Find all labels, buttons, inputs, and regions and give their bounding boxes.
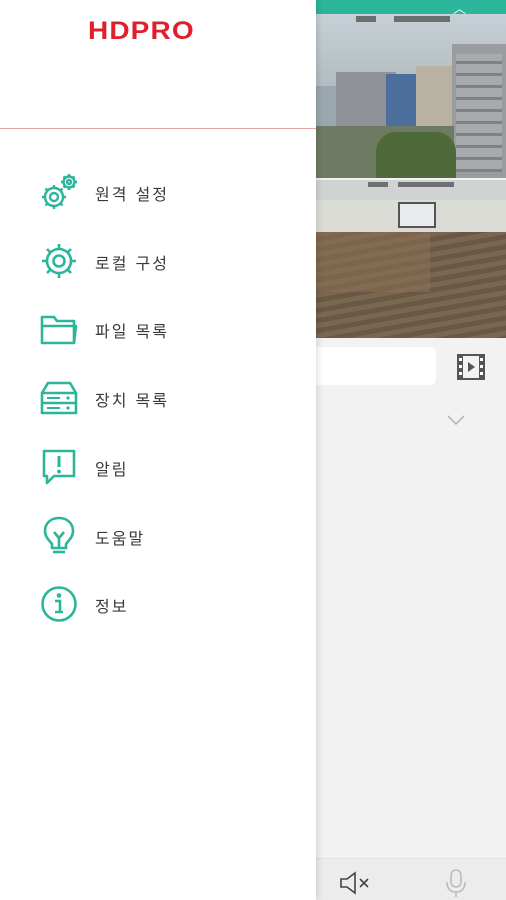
menu-label: 알림 — [95, 460, 129, 479]
menu-item-file-list[interactable]: 파일 목록 — [0, 299, 316, 359]
menu-item-device-list[interactable]: 장치 목록 — [0, 368, 316, 428]
menu-item-help[interactable]: 도움말 — [0, 506, 316, 566]
menu-label: 원격 설정 — [95, 185, 169, 204]
osd-overlay — [394, 16, 450, 22]
menu-item-local-config[interactable]: 로컬 구성 — [0, 231, 316, 291]
alert-icon — [38, 446, 80, 488]
menu-label: 파일 목록 — [95, 322, 169, 341]
chevron-down-icon[interactable] — [446, 412, 466, 426]
menu-label: 장치 목록 — [95, 391, 169, 410]
gears-icon — [38, 171, 80, 213]
microphone-icon[interactable] — [444, 868, 468, 898]
film-icon[interactable] — [456, 352, 486, 382]
osd-overlay — [368, 182, 388, 187]
speaker-mute-icon[interactable] — [338, 870, 372, 896]
lightbulb-icon — [38, 515, 80, 557]
menu-item-remote-settings[interactable]: 원격 설정 — [0, 162, 316, 222]
menu-label: 도움말 — [95, 529, 146, 548]
gear-icon — [38, 240, 80, 282]
search-input[interactable] — [316, 347, 436, 385]
menu-item-alerts[interactable]: 알림 — [0, 437, 316, 497]
osd-overlay — [398, 182, 454, 187]
divider — [0, 128, 316, 129]
info-icon — [38, 583, 80, 625]
app-logo: HDPRO — [88, 17, 195, 45]
server-icon — [38, 377, 80, 419]
menu-label: 로컬 구성 — [95, 254, 169, 273]
osd-overlay — [356, 16, 376, 22]
menu-label: 정보 — [95, 597, 129, 616]
menu-item-info[interactable]: 정보 — [0, 574, 316, 634]
navigation-drawer: HDPRO 원격 설정 로컬 구성 파일 목록 장치 목록 알림 도움말 정보 — [0, 0, 316, 900]
folder-icon — [38, 308, 80, 350]
camera-view-1[interactable] — [316, 14, 506, 178]
camera-view-2[interactable] — [316, 180, 506, 338]
